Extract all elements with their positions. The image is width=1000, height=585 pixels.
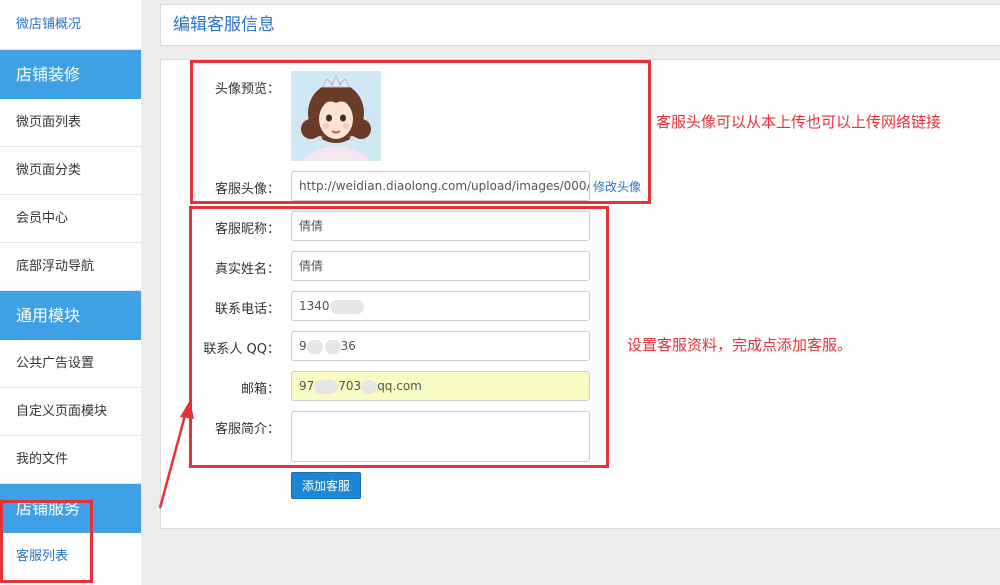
sidebar-item-public-ads[interactable]: 公共广告设置 — [0, 340, 141, 388]
sidebar-item-custom-page-module[interactable]: 自定义页面模块 — [0, 388, 141, 436]
sidebar-section-shop-decoration: 店铺装修 — [0, 50, 141, 99]
annotation-text-avatar: 客服头像可以从本上传也可以上传网络链接 — [656, 113, 942, 131]
sidebar: 微店铺概况 店铺装修 微页面列表 微页面分类 会员中心 底部浮动导航 通用模块 … — [0, 0, 141, 585]
annotation-arrow-icon — [158, 400, 194, 509]
annotation-text-info: 设置客服资料，完成点添加客服。 — [627, 336, 853, 354]
annotation-box-sidebar — [0, 500, 93, 583]
sidebar-item-page-list[interactable]: 微页面列表 — [0, 99, 141, 147]
annotation-box-info — [189, 206, 609, 468]
sidebar-item-bottom-nav[interactable]: 底部浮动导航 — [0, 243, 141, 291]
sidebar-item-my-files[interactable]: 我的文件 — [0, 436, 141, 484]
sidebar-item-shop-overview[interactable]: 微店铺概况 — [0, 0, 141, 50]
sidebar-item-page-category[interactable]: 微页面分类 — [0, 147, 141, 195]
add-customer-service-button[interactable]: 添加客服 — [291, 472, 361, 499]
sidebar-item-member-center[interactable]: 会员中心 — [0, 195, 141, 243]
sidebar-section-common-modules: 通用模块 — [0, 291, 141, 340]
page-title: 编辑客服信息 — [160, 4, 1000, 46]
annotation-box-avatar — [190, 60, 651, 204]
